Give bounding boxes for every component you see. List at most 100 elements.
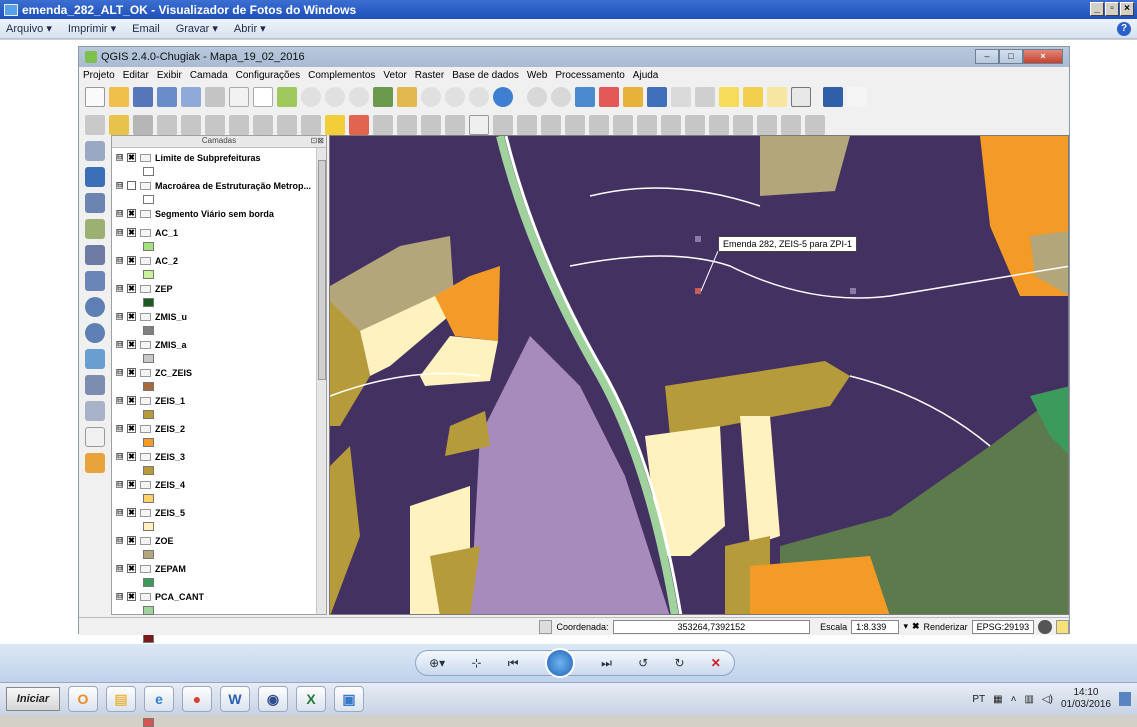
excel-taskbar-icon[interactable]: X [296,686,326,712]
render-checkbox[interactable]: ✖ [912,621,920,632]
split-features-icon[interactable] [733,115,753,135]
layer-visibility-checkbox[interactable]: ✖ [127,153,136,162]
qmenu-ajuda[interactable]: Ajuda [633,70,659,81]
show-bookmarks-icon[interactable] [767,87,787,107]
zoom-out-icon[interactable] [325,87,345,107]
layer-visibility-checkbox[interactable]: ✖ [127,312,136,321]
merge-features-icon[interactable] [781,115,801,135]
delete-part-icon[interactable] [661,115,681,135]
add-vector-layer-icon[interactable] [85,141,105,161]
pan-to-selection-icon[interactable] [277,87,297,107]
menu-gravar[interactable]: Gravar ▾ [176,22,218,35]
measure-icon[interactable] [695,87,715,107]
language-indicator[interactable]: PT [972,694,985,705]
expand-icon[interactable]: ⊟ [116,537,123,544]
qmenu-configuracoes[interactable]: Configurações [236,70,300,81]
deselect-icon[interactable] [599,87,619,107]
layers-scrollbar[interactable] [316,148,326,614]
label-tool-icon[interactable] [325,115,345,135]
add-wfs-layer-icon[interactable] [85,349,105,369]
csw-icon[interactable] [469,115,489,135]
change-label-icon[interactable] [445,115,465,135]
zoom-native-icon[interactable] [349,87,369,107]
zoom-layer-icon[interactable] [421,87,441,107]
new-shapefile-icon[interactable] [85,401,105,421]
select-features-icon[interactable] [575,87,595,107]
simplify-feature-icon[interactable] [541,115,561,135]
expand-icon[interactable]: ⊟ [116,341,123,348]
epsg-field[interactable]: EPSG:29193 [971,619,1035,634]
show-desktop-icon[interactable] [1119,692,1131,706]
add-delimited-text-icon[interactable] [85,375,105,395]
qmenu-projeto[interactable]: Projeto [83,70,115,81]
layer-visibility-checkbox[interactable]: ✖ [127,340,136,349]
explorer-taskbar-icon[interactable]: ▤ [106,686,136,712]
save-edits-icon[interactable] [133,115,153,135]
zoom-full-icon[interactable] [373,87,393,107]
delete-selected-icon[interactable] [229,115,249,135]
layer-visibility-checkbox[interactable]: ✖ [127,209,136,218]
remove-layer-icon[interactable] [85,427,105,447]
ie-taskbar-icon[interactable]: e [144,686,174,712]
show-hide-labels-icon[interactable] [373,115,393,135]
minimize-button[interactable]: _ [1090,2,1104,16]
menu-abrir[interactable]: Abrir ▾ [234,22,266,35]
network-icon[interactable]: ▥ [1024,694,1033,705]
crs-icon[interactable] [1038,619,1052,634]
move-label-icon[interactable] [397,115,417,135]
expand-icon[interactable]: ⊟ [116,565,123,572]
new-bookmark-icon[interactable] [743,87,763,107]
rotate-point-icon[interactable] [805,115,825,135]
add-spatialite-layer-icon[interactable] [85,219,105,239]
paste-features-icon[interactable] [301,115,321,135]
layer-visibility-checkbox[interactable]: ✖ [127,592,136,601]
cut-features-icon[interactable] [253,115,273,135]
layer-visibility-checkbox[interactable]: ✖ [127,536,136,545]
zoom-next-icon[interactable] [469,87,489,107]
layer-visibility-checkbox[interactable]: ✖ [127,256,136,265]
layer-item[interactable]: ⊟ ✖ ZC_ZEIS [112,363,326,382]
save-as-icon[interactable] [157,87,177,107]
expand-icon[interactable]: ⊟ [116,285,123,292]
network-taskbar-icon[interactable]: ◉ [258,686,288,712]
next-icon[interactable]: ⏭ [601,656,612,671]
reshape-icon[interactable] [685,115,705,135]
qmenu-processamento[interactable]: Processamento [555,70,624,81]
layer-item[interactable]: ⊟ ✖ Segmento Viário sem borda [112,204,326,223]
layer-item[interactable]: ⊟ ✖ AC_2 [112,251,326,270]
expand-icon[interactable]: ⊟ [116,425,123,432]
layer-item[interactable]: ⊟ ✖ ZEP [112,279,326,298]
add-wcs-layer-icon[interactable] [85,323,105,343]
qmenu-vetor[interactable]: Vetor [383,70,406,81]
help-contents-icon[interactable] [823,87,843,107]
show-hidden-icon[interactable]: ˄ [1011,694,1017,705]
toggle-editing-icon[interactable] [109,115,129,135]
zoom-selection-icon[interactable] [397,87,417,107]
expand-icon[interactable]: ⊟ [116,257,123,264]
current-edits-icon[interactable] [85,115,105,135]
keyboard-icon[interactable]: ▦ [993,694,1002,705]
print-composer-icon[interactable] [181,87,201,107]
undo-icon[interactable] [493,115,513,135]
clock[interactable]: 14:10 01/03/2016 [1061,687,1111,711]
layer-visibility-checkbox[interactable]: ✖ [127,368,136,377]
delete-ring-icon[interactable] [637,115,657,135]
layer-item[interactable]: ⊟ ✖ ZEIS_1 [112,391,326,410]
layer-visibility-checkbox[interactable]: ✖ [127,424,136,433]
move-feature-icon[interactable] [181,115,201,135]
fill-ring-icon[interactable] [613,115,633,135]
rotate-label-icon[interactable] [421,115,441,135]
layer-visibility-checkbox[interactable]: ✖ [127,564,136,573]
copy-features-icon[interactable] [277,115,297,135]
layer-item[interactable]: ⊟ ✖ ZMIS_a [112,335,326,354]
start-button[interactable]: Iniciar [6,687,60,711]
field-calculator-icon[interactable] [671,87,691,107]
actual-size-icon[interactable]: ⊹ [471,656,481,670]
layer-item[interactable]: ⊟ Macroárea de Estruturação Metrop... [112,176,326,195]
expand-icon[interactable]: ⊟ [116,453,123,460]
layer-visibility-checkbox[interactable]: ✖ [127,452,136,461]
layer-item[interactable]: ⊟ ✖ ZMIS_u [112,307,326,326]
action-icon[interactable] [551,87,571,107]
rotate-right-icon[interactable]: ↻ [674,656,684,670]
slideshow-button[interactable] [544,648,575,678]
